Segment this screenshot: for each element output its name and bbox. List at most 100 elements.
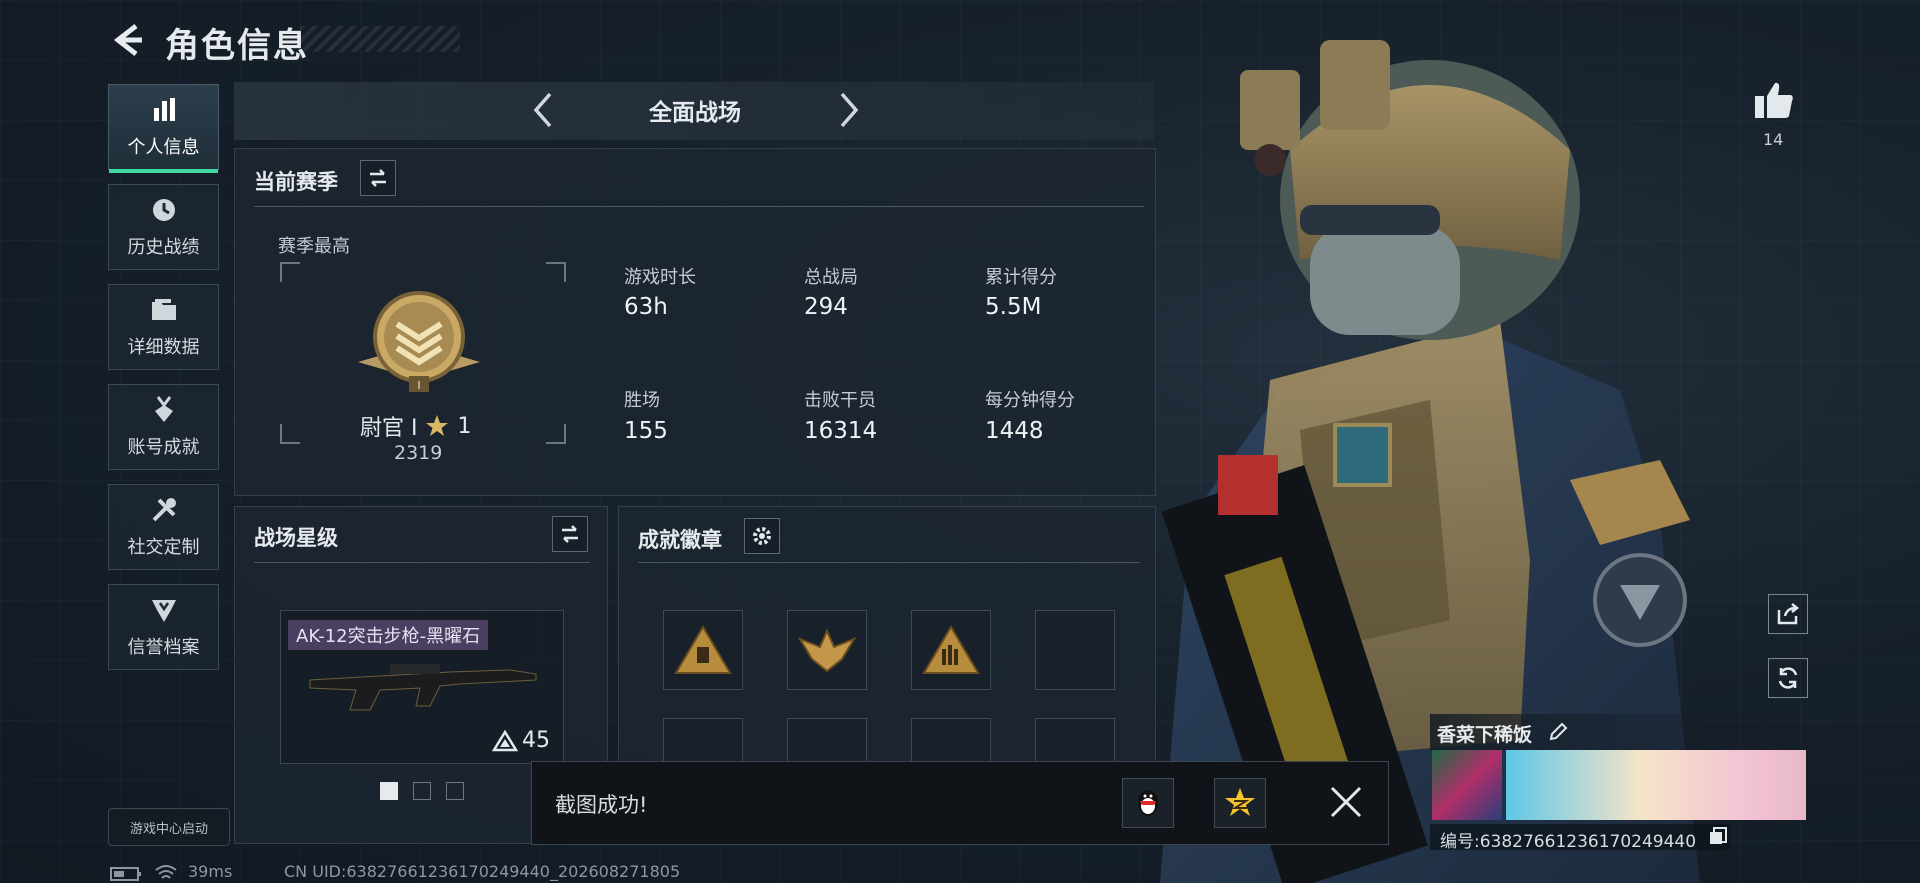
refresh-icon — [1778, 667, 1798, 689]
swap-icon — [370, 169, 386, 187]
refresh-button[interactable] — [1768, 658, 1808, 698]
title-decoration — [300, 26, 460, 52]
uid-text: CN UID:63827661236170249440_202608271805 — [284, 862, 681, 881]
achievement-badge[interactable] — [663, 610, 743, 690]
likes-count: 14 — [1763, 130, 1784, 149]
stat-value-wins: 155 — [624, 418, 668, 444]
season-best-label: 赛季最高 — [278, 236, 350, 257]
launch-badge-label: 游戏中心启动 — [129, 821, 208, 837]
history-icon — [152, 199, 175, 221]
season-divider — [254, 206, 1144, 207]
star-level-divider — [254, 562, 590, 563]
star-level-switch-button[interactable] — [552, 516, 588, 552]
eagle-badge-icon — [797, 628, 857, 673]
weapon-name: AK-12突击步枪-黑曜石 — [288, 620, 489, 650]
back-arrow-icon[interactable] — [108, 20, 148, 60]
profile-name: 香菜下稀饭 — [1437, 724, 1533, 746]
achievement-badge[interactable] — [911, 610, 991, 690]
stat-label-total-score: 累计得分 — [985, 267, 1057, 288]
stat-value-total-score: 5.5M — [985, 294, 1042, 320]
sidebar-item-label: 个人信息 — [127, 137, 200, 158]
svg-text:I: I — [417, 379, 420, 392]
sidebar-item-label: 账号成就 — [127, 437, 200, 458]
weapon-level-row: 45 — [492, 728, 550, 753]
stat-label-playtime: 游戏时长 — [624, 267, 696, 288]
stat-label-score-per-minute: 每分钟得分 — [985, 390, 1075, 411]
profile-banner[interactable] — [1506, 750, 1806, 820]
share-qq-button[interactable] — [1122, 778, 1174, 828]
tools-icon — [152, 498, 176, 522]
thumbs-up-icon[interactable] — [1753, 80, 1795, 120]
stat-label-kills: 击败干员 — [804, 390, 876, 411]
gear-icon — [753, 527, 771, 545]
toast-message: 截图成功! — [555, 793, 648, 817]
close-icon[interactable] — [1328, 784, 1364, 820]
achievement-slot-empty[interactable] — [1035, 610, 1115, 690]
sidebar-item-label: 社交定制 — [127, 537, 200, 558]
edit-pencil-icon[interactable] — [1548, 722, 1568, 742]
achievements-title: 成就徽章 — [638, 528, 722, 552]
sidebar-item-achievements[interactable]: 账号成就 — [108, 384, 219, 470]
qzone-star-icon — [1225, 788, 1255, 816]
triangle-badge-icon — [674, 625, 732, 674]
hand-badge-icon — [922, 625, 980, 674]
avatar[interactable] — [1432, 750, 1502, 820]
folder-icon — [151, 299, 176, 320]
frame-corner — [280, 262, 300, 282]
stat-label-wins: 胜场 — [624, 390, 660, 411]
achievements-divider — [638, 562, 1140, 563]
battery-icon — [110, 867, 141, 881]
copy-icon[interactable] — [1708, 826, 1728, 846]
page-dot[interactable] — [413, 782, 431, 800]
sidebar-item-social-custom[interactable]: 社交定制 — [108, 484, 219, 570]
rank-score: 2319 — [394, 442, 443, 464]
stat-value-playtime: 63h — [624, 294, 668, 320]
sidebar-item-label: 详细数据 — [127, 337, 200, 358]
season-switch-button[interactable] — [360, 160, 396, 196]
active-indicator — [109, 169, 218, 173]
weapon-level: 45 — [522, 728, 550, 753]
star-icon — [426, 415, 449, 436]
mode-title: 全面战场 — [649, 100, 741, 126]
star-level-title: 战场星级 — [254, 526, 338, 550]
game-center-launch-badge: 游戏中心启动 — [108, 808, 230, 846]
page-dot[interactable] — [446, 782, 464, 800]
chevron-right-icon[interactable] — [834, 90, 864, 130]
stat-value-score-per-minute: 1448 — [985, 418, 1044, 444]
rifle-image — [309, 664, 537, 711]
share-icon — [1777, 603, 1800, 625]
page-dot-active[interactable] — [380, 782, 398, 800]
frame-corner — [280, 424, 300, 444]
rank-emblem-icon: I — [358, 291, 480, 392]
swap-icon — [562, 525, 578, 543]
qq-penguin-icon — [1138, 790, 1158, 816]
frame-corner — [546, 262, 566, 282]
share-qzone-button[interactable] — [1214, 778, 1266, 828]
wifi-icon — [155, 865, 177, 879]
share-button[interactable] — [1768, 594, 1808, 634]
stat-value-total-matches: 294 — [804, 294, 848, 320]
page-title: 角色信息 — [165, 26, 309, 66]
sidebar-item-label: 历史战绩 — [127, 237, 200, 258]
rank-chevron-icon — [492, 729, 518, 751]
profile-id: 编号:638276612361702494​40 — [1440, 832, 1697, 852]
rank-stars: 1 — [457, 413, 472, 439]
stat-value-kills: 16314 — [804, 418, 878, 444]
ping-value: 39ms — [188, 862, 233, 881]
bar-chart-icon — [153, 98, 175, 121]
stat-label-total-matches: 总战局 — [804, 267, 858, 288]
season-title: 当前赛季 — [254, 170, 338, 194]
sidebar-item-history[interactable]: 历史战绩 — [108, 184, 219, 270]
achievements-settings-button[interactable] — [744, 518, 780, 554]
sidebar-item-label: 信誉档案 — [127, 637, 200, 658]
sidebar-item-detail-data[interactable]: 详细数据 — [108, 284, 219, 370]
sidebar-item-credit-record[interactable]: 信誉档案 — [108, 584, 219, 670]
rank-name-row: 尉官 I 1 — [360, 410, 471, 442]
medal-icon — [154, 396, 173, 422]
frame-corner — [546, 424, 566, 444]
shield-badge-icon — [151, 600, 176, 622]
sidebar-item-personal-info[interactable]: 个人信息 — [108, 84, 219, 173]
rank-name: 尉官 I — [360, 416, 418, 441]
achievement-badge[interactable] — [787, 610, 867, 690]
chevron-left-icon[interactable] — [528, 90, 558, 130]
